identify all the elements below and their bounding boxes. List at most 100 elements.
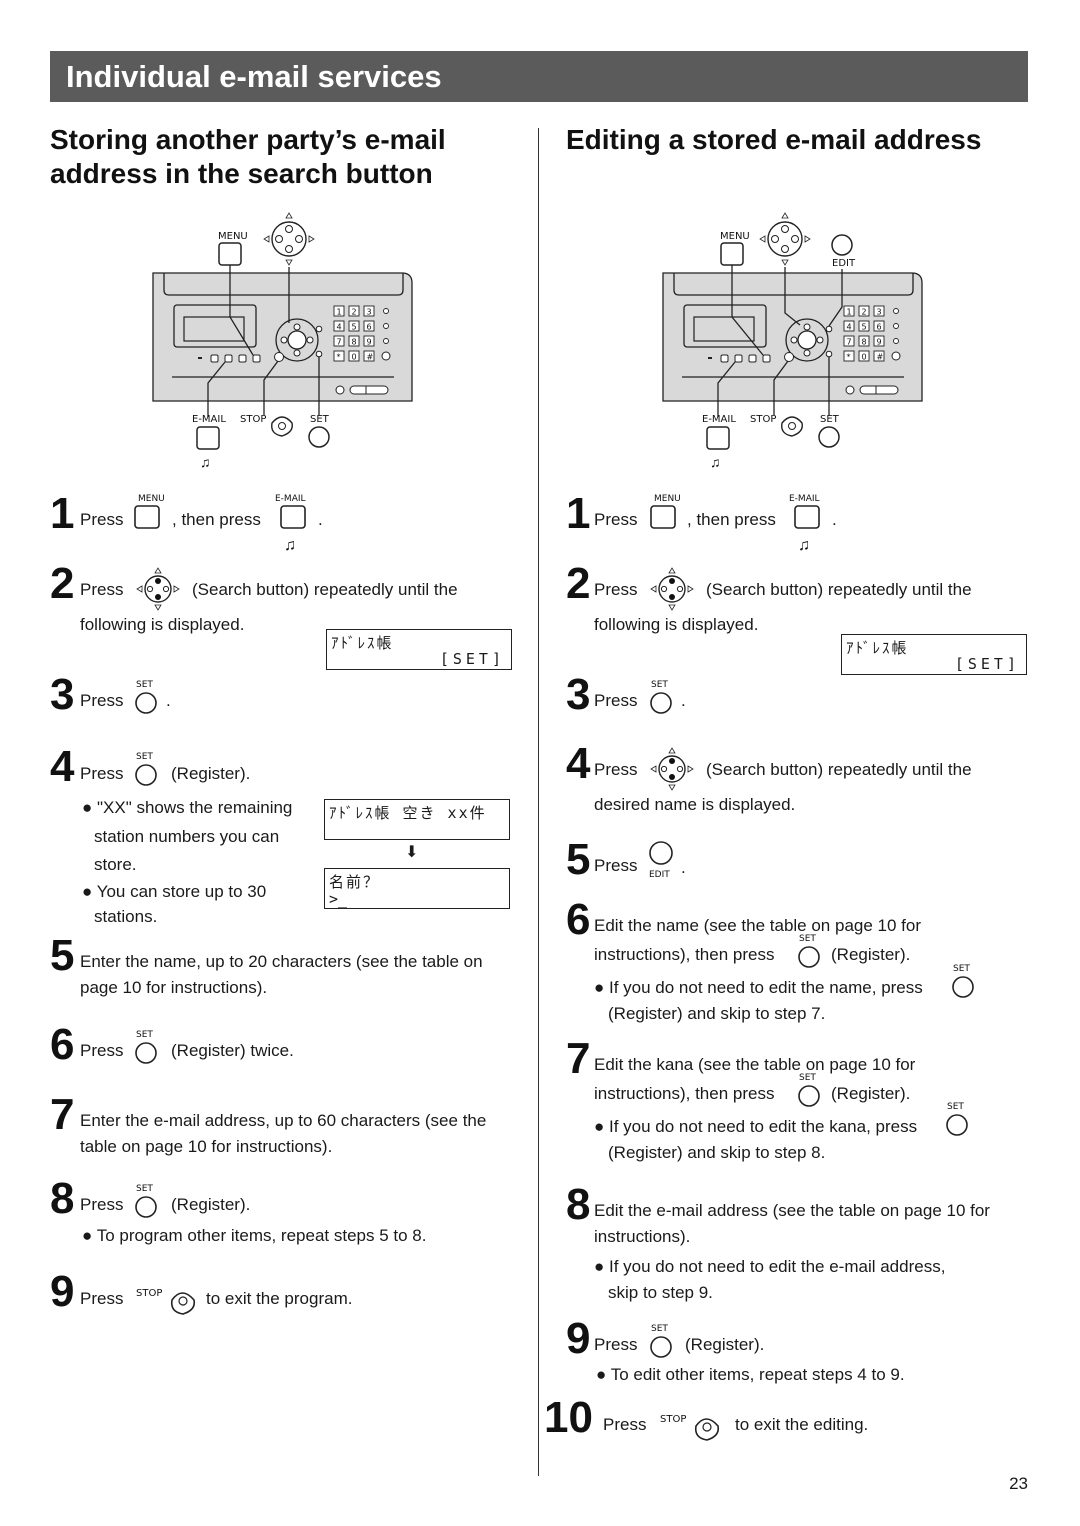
step-text: page 10 for instructions). <box>80 978 268 997</box>
step-text: Edit the kana (see the table on page 10 … <box>594 1055 916 1074</box>
panel-navigator-center <box>797 330 817 350</box>
step-text: (Register). <box>171 764 251 783</box>
step-number: 1 <box>566 489 591 538</box>
keypad-key-label: # <box>877 353 884 362</box>
lcd-line1: ｱﾄﾞﾚｽ帳 <box>331 634 394 652</box>
stop-button <box>781 416 803 437</box>
step-number: 8 <box>566 1180 591 1229</box>
step-text: Press <box>603 1415 647 1434</box>
step-text: Press <box>594 691 638 710</box>
step-number: 9 <box>566 1314 591 1363</box>
lcd-display: ｱﾄﾞﾚｽ帳 [SET] <box>841 634 1027 675</box>
menu-button <box>720 242 744 266</box>
step-text: Press <box>594 1335 638 1354</box>
navigator-search-icon <box>650 567 694 611</box>
step-text: Press <box>594 510 638 529</box>
panel-edit-button <box>825 325 833 333</box>
bullet-text: If you do not need to edit the name, pre… <box>609 978 923 997</box>
icon-label: STOP <box>136 1288 162 1299</box>
keypad-key-label: * <box>847 353 851 362</box>
panel-navigator-dot <box>306 336 314 344</box>
step-text: Press <box>80 510 124 529</box>
bullet-text: "XX" shows the remaining <box>97 798 293 817</box>
lcd-display: 名前？ >_ <box>324 868 510 909</box>
icon-label: SET <box>799 934 816 944</box>
navigator-callout-dot <box>295 235 303 243</box>
set-button-icon: SET <box>650 680 672 714</box>
bullet-item: ● To program other items, repeat steps 5… <box>82 1226 427 1245</box>
bullet-text: To program other items, repeat steps 5 t… <box>96 1226 427 1245</box>
icon-label: SET <box>953 964 970 974</box>
lcd-line2: [SET] <box>954 655 1020 673</box>
set-button-icon: SET <box>650 1324 672 1358</box>
right-arrow-icon <box>308 235 315 243</box>
email-button <box>706 426 730 450</box>
keypad-key-label: 9 <box>877 338 882 347</box>
lcd-line1: 名前？ <box>329 873 381 891</box>
column-divider <box>538 128 539 1476</box>
set-label: SET <box>820 414 840 425</box>
step-text: (Search button) repeatedly until the <box>192 580 458 599</box>
step-text: Press <box>80 580 124 599</box>
power-indicator <box>335 385 345 395</box>
step-number: 3 <box>50 670 75 719</box>
panel-small-button <box>252 354 261 363</box>
music-note-icon: ♫ <box>710 454 721 470</box>
right-arrow-icon <box>804 235 811 243</box>
step-text: . <box>166 691 171 710</box>
icon-label: SET <box>136 752 153 762</box>
slider-switch <box>349 385 389 395</box>
step-number: 7 <box>566 1034 591 1083</box>
fax-panel-diagram-left: 1 2 3 4 5 6 7 8 9 * 0 # MENU E-MAIL ♫ STOP SET <box>152 212 413 470</box>
keypad-key-label: 5 <box>352 323 357 332</box>
music-note-icon: ♫ <box>798 537 810 554</box>
section-banner: Individual e-mail services <box>50 51 1028 102</box>
step-text: Press <box>80 1041 124 1060</box>
step-text: Edit the e-mail address (see the table o… <box>594 1201 990 1220</box>
step-number: 10 <box>544 1393 593 1442</box>
keypad-key-label: 0 <box>862 353 867 362</box>
keypad-side-button <box>893 323 899 329</box>
bullet-text: store. <box>94 855 137 874</box>
bullet-text: stations. <box>94 907 158 926</box>
panel-navigator-dot <box>803 349 811 357</box>
icon-label: SET <box>136 1030 153 1040</box>
keypad-key-label: 3 <box>367 308 372 317</box>
keypad-key-label: 8 <box>862 338 867 347</box>
email-label: E-MAIL <box>702 414 736 425</box>
step-number: 7 <box>50 1090 75 1139</box>
down-arrow-icon <box>781 259 789 266</box>
icon-label: MENU <box>654 494 681 504</box>
panel-small-button <box>720 354 729 363</box>
bullet-text: (Register) and skip to step 7. <box>608 1004 826 1023</box>
navigator-search-icon <box>136 567 180 611</box>
step-text: (Register) twice. <box>171 1041 294 1060</box>
step-text: . <box>681 858 686 877</box>
step-text: . <box>318 510 323 529</box>
lcd-line1: ｱﾄﾞﾚｽ帳 空き xx件 <box>329 804 487 822</box>
navigator-callout-dot <box>771 235 779 243</box>
panel-set-button <box>825 350 833 358</box>
panel-small-button <box>238 354 247 363</box>
bullet-item: ● To edit other items, repeat steps 4 to… <box>596 1365 905 1384</box>
step-text: Press <box>594 760 638 779</box>
page-number: 23 <box>1009 1474 1028 1493</box>
step-number: 2 <box>50 559 75 608</box>
right-heading: Editing a stored e-mail address <box>566 124 982 155</box>
navigator-search-icon <box>650 747 694 791</box>
bullet-item: ● "XX" shows the remaining <box>82 798 293 817</box>
email-button-icon: E-MAIL ♫ <box>789 494 820 554</box>
set-button-icon: SET <box>798 934 820 968</box>
lcd-line2: [SET] <box>439 650 505 668</box>
step-text: (Search button) repeatedly until the <box>706 760 972 779</box>
icon-label: SET <box>136 1184 153 1194</box>
bullet-item: ● If you do not need to edit the e-mail … <box>594 1257 946 1276</box>
keypad-key-label: 4 <box>847 323 852 332</box>
panel-small-button <box>224 354 233 363</box>
bullet-item: ● You can store up to 30 <box>82 882 267 901</box>
step-text: Press <box>594 580 638 599</box>
step-number: 6 <box>566 895 591 944</box>
panel-small-button <box>762 354 771 363</box>
menu-button <box>218 242 242 266</box>
panel-small-button <box>748 354 757 363</box>
